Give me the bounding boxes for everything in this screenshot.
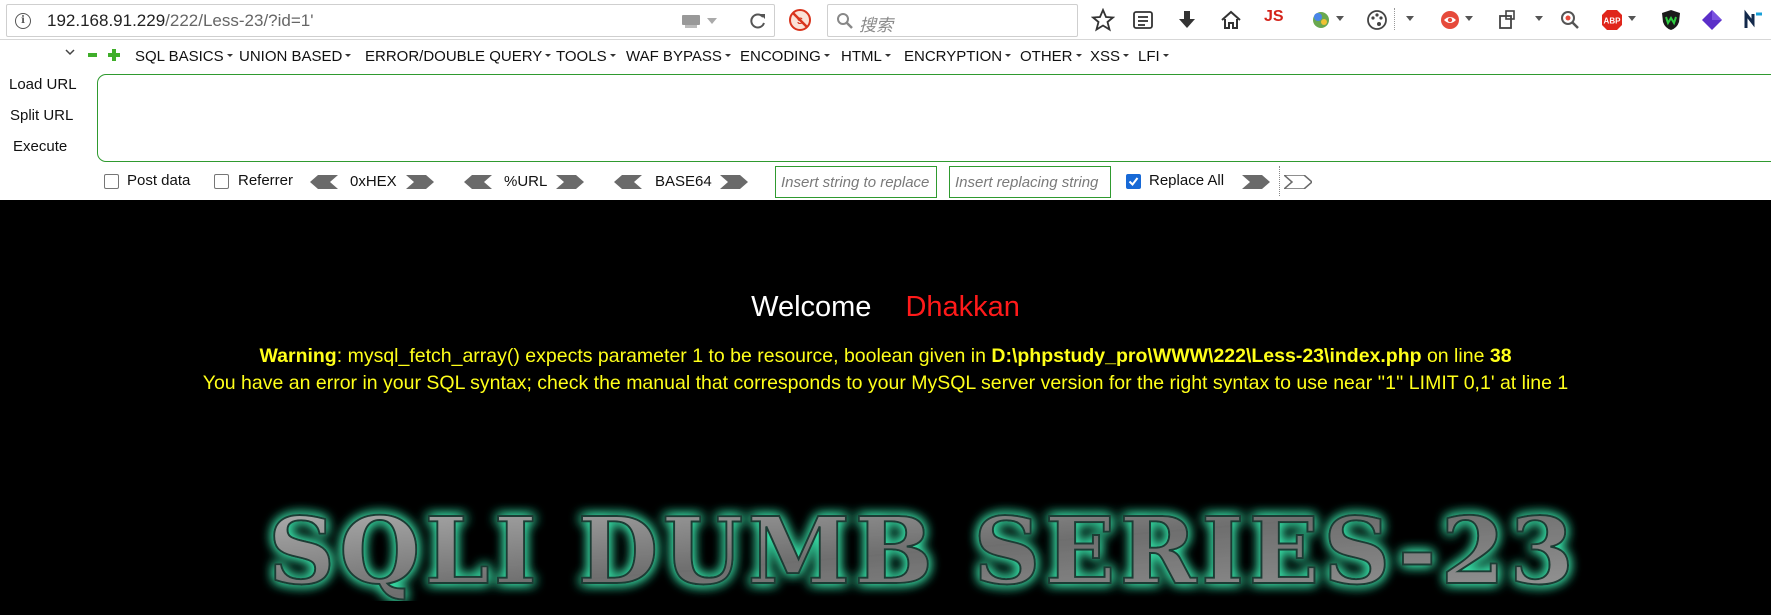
tab-container-icon[interactable] <box>1496 8 1520 32</box>
hex-encode-arrow-icon[interactable] <box>406 175 434 189</box>
menu-caret-icon[interactable] <box>1465 16 1473 21</box>
replace-arrow-icon[interactable] <box>1284 175 1312 189</box>
menu-caret-icon[interactable] <box>1336 16 1344 21</box>
url-textarea[interactable] <box>97 74 1771 162</box>
post-data-checkbox[interactable] <box>104 174 119 189</box>
collapse-icon[interactable] <box>88 53 97 57</box>
menu-other[interactable]: OTHER <box>1020 48 1082 65</box>
replace-arrow-icon[interactable] <box>1242 175 1270 189</box>
hackbar-menu: SQL BASICS UNION BASED ERROR/DOUBLE QUER… <box>0 40 1771 70</box>
menu-encoding[interactable]: ENCODING <box>740 48 830 65</box>
split-url-button[interactable]: Split URL <box>10 107 73 124</box>
php-warning: Warning: mysql_fetch_array() expects par… <box>0 345 1771 368</box>
home-icon[interactable] <box>1219 8 1243 32</box>
replace-string-placeholder: Insert string to replace <box>781 174 930 191</box>
hackbar-body: Load URL Split URL Execute Post data Ref… <box>0 70 1771 200</box>
menu-error-double-query[interactable]: ERROR/DOUBLE QUERY <box>365 48 551 65</box>
expand-icon[interactable] <box>108 49 120 61</box>
warning-online: on line <box>1421 345 1490 367</box>
menu-caret-icon[interactable] <box>1535 16 1543 21</box>
welcome-text: Welcome <box>751 291 872 323</box>
base64-label: BASE64 <box>655 173 712 190</box>
replace-string-input[interactable]: Insert string to replace <box>775 166 937 198</box>
hex-decode-arrow-icon[interactable] <box>310 175 338 189</box>
menu-encryption[interactable]: ENCRYPTION <box>904 48 1011 65</box>
search-placeholder: 搜索 <box>859 16 893 35</box>
warning-line: 38 <box>1489 345 1512 367</box>
screenshot-icon[interactable] <box>1438 8 1462 32</box>
reading-list-icon[interactable] <box>1131 8 1155 32</box>
js-switch-icon[interactable]: JS <box>1264 8 1284 26</box>
menu-tools[interactable]: TOOLS <box>556 48 616 65</box>
menu-sql-basics[interactable]: SQL BASICS <box>135 48 233 65</box>
browser-toolbar: i 192.168.91.229/222/Less-23/?id=1' S <box>0 0 1771 40</box>
banner-text: SQLI DUMB SERIES-23 <box>268 501 1578 601</box>
color-picker-icon[interactable] <box>1309 8 1333 32</box>
url-encoding-label: %URL <box>504 173 548 190</box>
url-host: 192.168.91.229 <box>47 11 166 30</box>
replacing-string-input[interactable]: Insert replacing string <box>949 166 1111 198</box>
separator <box>1279 166 1280 196</box>
warning-path: D:\phpstudy_pro\WWW\222\Less-23\index.ph… <box>991 345 1422 367</box>
sqli-dumb-series-banner: SQLI DUMB SERIES-23 <box>267 501 1578 601</box>
replace-all-checkbox[interactable] <box>1126 174 1141 189</box>
referrer-checkbox[interactable] <box>214 174 229 189</box>
menu-caret-icon[interactable] <box>1628 16 1636 21</box>
toolbar-separator <box>1394 8 1396 30</box>
welcome-line: Welcome Dhakkan <box>0 291 1771 324</box>
menu-xss[interactable]: XSS <box>1090 48 1129 65</box>
warning-text: : mysql_fetch_array() expects parameter … <box>336 345 992 367</box>
replacing-string-placeholder: Insert replacing string <box>955 174 1099 191</box>
adblock-label: ABP <box>1604 17 1622 26</box>
page-content: Welcome Dhakkan Warning: mysql_fetch_arra… <box>0 201 1771 615</box>
menu-union-based[interactable]: UNION BASED <box>239 48 351 65</box>
load-url-button[interactable]: Load URL <box>9 76 77 93</box>
zoom-icon[interactable] <box>1558 8 1582 32</box>
base64-encode-arrow-icon[interactable] <box>720 175 748 189</box>
sql-error-message: You have an error in your SQL syntax; ch… <box>202 372 1569 394</box>
menu-caret-icon[interactable] <box>1406 16 1414 21</box>
base64-decode-arrow-icon[interactable] <box>614 175 642 189</box>
search-box[interactable]: 搜索 <box>827 4 1078 37</box>
info-icon[interactable]: i <box>15 13 31 29</box>
search-icon <box>836 12 854 30</box>
page-dropdown-icon[interactable] <box>680 12 720 30</box>
execute-button[interactable]: Execute <box>13 138 67 155</box>
url-encode-arrow-icon[interactable] <box>556 175 584 189</box>
menu-waf-bypass[interactable]: WAF BYPASS <box>626 48 731 65</box>
menu-lfi[interactable]: LFI <box>1138 48 1169 65</box>
url-path: /222/Less-23/?id=1' <box>165 11 314 30</box>
reload-icon[interactable] <box>748 11 768 31</box>
adblock-plus-icon[interactable]: ABP <box>1600 8 1624 32</box>
url-decode-arrow-icon[interactable] <box>464 175 492 189</box>
url-text[interactable]: 192.168.91.229/222/Less-23/?id=1' <box>47 11 314 31</box>
noscript-icon[interactable]: S <box>788 8 812 32</box>
post-data-label: Post data <box>127 172 191 189</box>
extension-icon[interactable] <box>1742 8 1766 32</box>
menu-html[interactable]: HTML <box>841 48 891 65</box>
download-icon[interactable] <box>1175 8 1199 32</box>
palette-icon[interactable] <box>1365 8 1389 32</box>
address-bar[interactable]: i 192.168.91.229/222/Less-23/?id=1' <box>6 4 775 37</box>
shield-icon[interactable] <box>1659 8 1683 32</box>
chevron-down-icon <box>65 49 75 56</box>
replace-all-label: Replace All <box>1149 172 1225 189</box>
bookmark-star-icon[interactable] <box>1091 8 1115 32</box>
hex-label: 0xHEX <box>350 173 397 190</box>
cube-icon[interactable] <box>1700 8 1724 32</box>
warning-label: Warning <box>259 345 337 367</box>
welcome-name: Dhakkan <box>905 291 1020 323</box>
referrer-label: Referrer <box>238 172 294 189</box>
hackbar-selector[interactable] <box>0 44 78 64</box>
